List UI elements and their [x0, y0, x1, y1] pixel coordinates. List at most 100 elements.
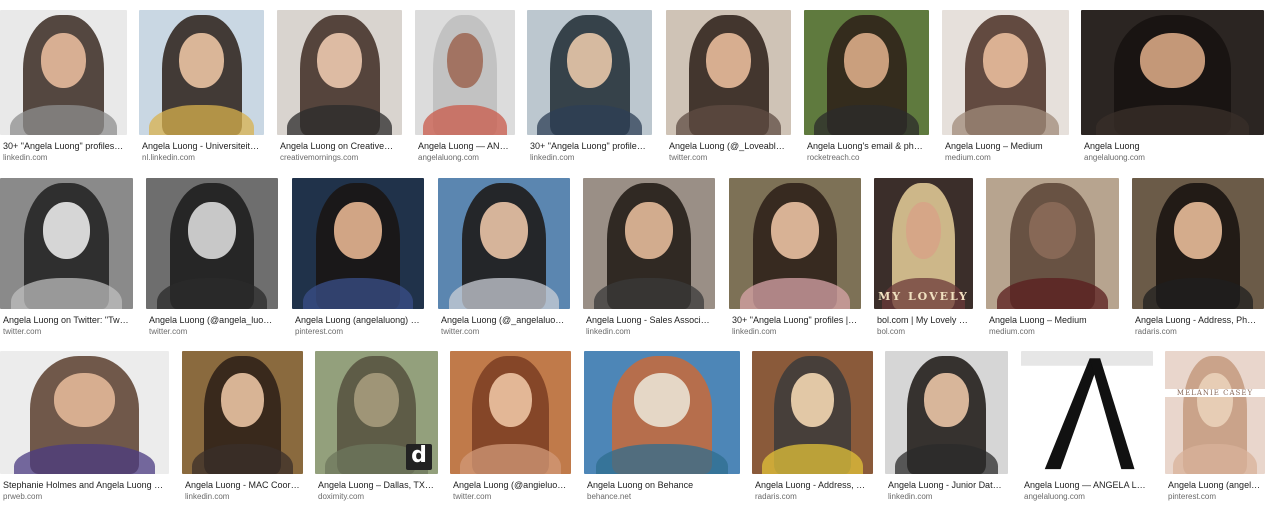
- image-result-25[interactable]: Angela Luong - Junior Data A... linkedin.…: [885, 351, 1008, 506]
- result-thumbnail[interactable]: [0, 10, 127, 135]
- result-title[interactable]: Angela Luong: [1084, 141, 1261, 152]
- thumb-body-shape: [1173, 444, 1257, 474]
- result-thumbnail[interactable]: [0, 178, 133, 309]
- result-title[interactable]: Angela Luong — ANGELA LUON...: [1024, 480, 1150, 491]
- image-result-20[interactable]: Angela Luong - MAC Coordin... linkedin.co…: [182, 351, 303, 506]
- result-thumbnail[interactable]: MELANIE CASEY: [1165, 351, 1265, 474]
- image-result-12[interactable]: Angela Luong (angelaluong) on ... pintere…: [292, 178, 424, 341]
- result-source-domain: creativemornings.com: [280, 153, 359, 162]
- result-thumbnail[interactable]: [729, 178, 861, 309]
- result-title[interactable]: Angela Luong's email & phone...: [807, 141, 926, 152]
- result-title[interactable]: Angela Luong (@angela_luong1)...: [149, 315, 275, 326]
- result-title[interactable]: Angela Luong (@_angelaluong) |...: [441, 315, 567, 326]
- result-thumbnail[interactable]: [450, 351, 571, 474]
- result-source-domain: angelaluong.com: [418, 153, 479, 162]
- result-title[interactable]: Angela Luong (@_LoveableAn...: [669, 141, 788, 152]
- result-thumbnail[interactable]: [415, 10, 515, 135]
- result-thumbnail[interactable]: [804, 10, 929, 135]
- result-title[interactable]: Angela Luong - Address, Pho...: [755, 480, 870, 491]
- result-title[interactable]: Angela Luong — ANGE...: [418, 141, 512, 152]
- result-thumbnail[interactable]: [182, 351, 303, 474]
- result-thumbnail[interactable]: d: [315, 351, 438, 474]
- image-result-3[interactable]: Angela Luong on CreativeMor... creativemo…: [277, 10, 402, 167]
- result-source-domain: linkedin.com: [732, 327, 777, 336]
- result-title[interactable]: Angela Luong – Dallas, TX | P...: [318, 480, 435, 491]
- thumb-face-shape: [1139, 32, 1206, 88]
- image-result-17[interactable]: Angela Luong – Medium medium.com: [986, 178, 1119, 341]
- result-source-domain: behance.net: [587, 492, 632, 501]
- result-title[interactable]: bol.com | My Lovely Lif...: [877, 315, 970, 326]
- image-result-19[interactable]: Stephanie Holmes and Angela Luong Join..…: [0, 351, 169, 506]
- result-title[interactable]: Angela Luong - Universiteit va...: [142, 141, 261, 152]
- thumb-face-shape: [54, 373, 115, 428]
- result-title[interactable]: Angela Luong – Medium: [989, 315, 1116, 326]
- image-result-27[interactable]: MELANIE CASEY Angela Luong (angelajl... pi…: [1165, 351, 1265, 506]
- image-result-16[interactable]: MY LOVELY bol.com | My Lovely Lif... bol.c…: [874, 178, 973, 341]
- image-result-2[interactable]: Angela Luong - Universiteit va... nl.link…: [139, 10, 264, 167]
- result-title[interactable]: Angela Luong - Junior Data A...: [888, 480, 1005, 491]
- result-thumbnail[interactable]: [438, 178, 570, 309]
- image-result-1[interactable]: 30+ "Angela Luong" profiles | L... linked…: [0, 10, 127, 167]
- result-thumbnail[interactable]: [986, 178, 1119, 309]
- image-result-8[interactable]: Angela Luong – Medium medium.com: [942, 10, 1069, 167]
- image-result-10[interactable]: Angela Luong on Twitter: "Twitte... twitt…: [0, 178, 133, 341]
- result-source-domain: doximity.com: [318, 492, 365, 501]
- image-result-13[interactable]: Angela Luong (@_angelaluong) |... twitter…: [438, 178, 570, 341]
- result-source-domain: radaris.com: [755, 492, 797, 501]
- image-result-26[interactable]: Angela Luong — ANGELA LUON...angelaluong…: [1021, 351, 1153, 506]
- result-title[interactable]: Angela Luong on CreativeMor...: [280, 141, 399, 152]
- result-thumbnail[interactable]: [292, 178, 424, 309]
- image-result-5[interactable]: 30+ "Angela Luong" profiles | L... linked…: [527, 10, 652, 167]
- thumb-body-shape: [191, 444, 294, 474]
- result-title[interactable]: Angela Luong - Address, Phone ...: [1135, 315, 1261, 326]
- result-thumbnail[interactable]: [0, 351, 169, 474]
- result-title[interactable]: 30+ "Angela Luong" profiles | L...: [3, 141, 124, 152]
- image-result-18[interactable]: Angela Luong - Address, Phone ... radaris…: [1132, 178, 1264, 341]
- result-title[interactable]: Angela Luong (angelajl...: [1168, 480, 1262, 491]
- image-result-4[interactable]: Angela Luong — ANGE... angelaluong.com: [415, 10, 515, 167]
- result-thumbnail[interactable]: [139, 10, 264, 135]
- result-thumbnail[interactable]: [942, 10, 1069, 135]
- result-thumbnail[interactable]: [583, 178, 715, 309]
- image-result-24[interactable]: Angela Luong - Address, Pho... radaris.co…: [752, 351, 873, 506]
- result-title[interactable]: Angela Luong - MAC Coordin...: [185, 480, 300, 491]
- result-title[interactable]: Angela Luong - Sales Associate ...: [586, 315, 712, 326]
- result-source-domain: twitter.com: [441, 327, 480, 336]
- result-thumbnail[interactable]: [146, 178, 278, 309]
- thumb-face-shape: [317, 32, 362, 88]
- image-result-21[interactable]: d Angela Luong – Dallas, TX | P... doximit…: [315, 351, 438, 506]
- result-source-domain: linkedin.com: [3, 153, 48, 162]
- result-thumbnail[interactable]: [277, 10, 402, 135]
- image-result-9[interactable]: Angela Luong angelaluong.com: [1081, 10, 1264, 167]
- result-thumbnail[interactable]: [752, 351, 873, 474]
- thumb-face-shape: [1197, 373, 1233, 428]
- result-title[interactable]: Angela Luong on Behance: [587, 480, 737, 491]
- result-title[interactable]: 30+ "Angela Luong" profiles | Lin...: [732, 315, 858, 326]
- result-thumbnail[interactable]: MY LOVELY: [874, 178, 973, 309]
- result-thumbnail[interactable]: [1132, 178, 1264, 309]
- result-thumbnail[interactable]: [666, 10, 791, 135]
- image-result-14[interactable]: Angela Luong - Sales Associate ... linked…: [583, 178, 715, 341]
- result-thumbnail[interactable]: [584, 351, 740, 474]
- result-source-domain: radaris.com: [1135, 327, 1177, 336]
- result-title[interactable]: 30+ "Angela Luong" profiles | L...: [530, 141, 649, 152]
- result-thumbnail[interactable]: [1081, 10, 1264, 135]
- result-source-domain: bol.com: [877, 327, 906, 336]
- image-result-22[interactable]: Angela Luong (@angieluong) | ...twitter.…: [450, 351, 571, 506]
- thumb-face-shape: [924, 373, 969, 428]
- result-title[interactable]: Stephanie Holmes and Angela Luong Join..…: [3, 480, 166, 491]
- result-thumbnail-logo[interactable]: [1021, 351, 1153, 474]
- image-result-15[interactable]: 30+ "Angela Luong" profiles | Lin... link…: [729, 178, 861, 341]
- image-result-7[interactable]: Angela Luong's email & phone... rocketrea…: [804, 10, 929, 167]
- thumb-face-shape: [982, 32, 1029, 88]
- image-result-6[interactable]: Angela Luong (@_LoveableAn... twitter.com: [666, 10, 791, 167]
- result-title[interactable]: Angela Luong (angelaluong) on ...: [295, 315, 421, 326]
- result-title[interactable]: Angela Luong (@angieluong) | ...: [453, 480, 568, 491]
- image-result-23[interactable]: Angela Luong on Behance behance.net: [584, 351, 740, 506]
- result-title[interactable]: Angela Luong on Twitter: "Twitte...: [3, 315, 130, 326]
- thumb-face-shape: [447, 32, 483, 88]
- image-result-11[interactable]: Angela Luong (@angela_luong1)... twitter.…: [146, 178, 278, 341]
- result-title[interactable]: Angela Luong – Medium: [945, 141, 1066, 152]
- result-thumbnail[interactable]: [527, 10, 652, 135]
- result-thumbnail[interactable]: [885, 351, 1008, 474]
